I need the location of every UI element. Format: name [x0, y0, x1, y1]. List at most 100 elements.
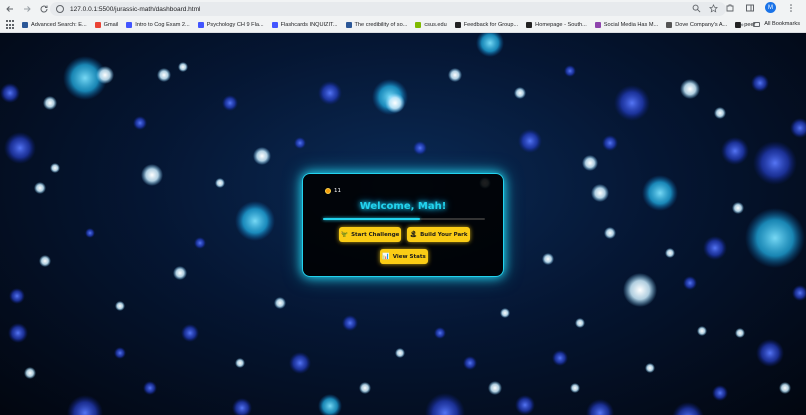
- more-bookmarks-chevron-icon[interactable]: »: [740, 21, 744, 29]
- url-text: 127.0.0.1:5500/jurassic-math/dashboard.h…: [70, 5, 201, 13]
- bokeh-light: [790, 118, 806, 138]
- bookmark-item[interactable]: Homepage - South...: [526, 22, 587, 28]
- welcome-heading: Welcome, Mah!: [359, 201, 447, 212]
- bookmark-item[interactable]: Advanced Search: E...: [22, 22, 87, 28]
- back-arrow-icon: [6, 6, 13, 12]
- start-challenge-label: Start Challenge: [351, 231, 400, 238]
- bookmark-favicon-icon: [197, 22, 204, 28]
- bookmark-favicon-icon: [345, 22, 352, 28]
- bokeh-light: [395, 348, 405, 358]
- bookmark-item[interactable]: Social Media Has M...: [594, 22, 659, 28]
- bokeh-light: [318, 394, 342, 415]
- bokeh-light: [714, 107, 726, 119]
- bookmark-label: Social Media Has M...: [603, 22, 659, 28]
- site-info-icon[interactable]: [56, 5, 64, 13]
- bookmark-item[interactable]: Psychology CH 9 Fla...: [197, 22, 264, 28]
- bokeh-light: [39, 255, 51, 267]
- island-icon: 🏝: [409, 231, 418, 238]
- bookmark-label: Advanced Search: E...: [31, 22, 87, 28]
- bokeh-light: [732, 202, 744, 214]
- bokeh-light: [570, 383, 580, 393]
- bokeh-light: [385, 93, 405, 113]
- bokeh-light: [753, 141, 797, 185]
- all-bookmarks-button[interactable]: All Bookmarks: [753, 21, 800, 27]
- bokeh-light: [235, 358, 245, 368]
- bokeh-light: [514, 87, 526, 99]
- bokeh-light: [515, 395, 535, 415]
- bokeh-light: [645, 363, 655, 373]
- zoom-icon[interactable]: [692, 4, 701, 13]
- forward-arrow-icon: [24, 6, 31, 12]
- bokeh-light: [115, 301, 125, 311]
- bookmark-favicon-icon: [415, 22, 422, 28]
- bokeh-light: [4, 132, 36, 164]
- bookmark-item[interactable]: Dove Company's A...: [666, 22, 727, 28]
- view-stats-button[interactable]: 📊 View Stats: [380, 249, 428, 264]
- reload-button[interactable]: [37, 2, 51, 16]
- bookmark-label: Flashcards INQUIZIT...: [280, 22, 338, 28]
- bokeh-light: [756, 339, 784, 367]
- bookmark-favicon-icon: [454, 22, 461, 28]
- side-panel-icon[interactable]: [745, 3, 755, 13]
- build-park-button[interactable]: 🏝 Build Your Park: [407, 227, 470, 242]
- bookmark-label: Gmail: [103, 22, 119, 28]
- folder-icon: [753, 21, 761, 27]
- bokeh-light: [274, 297, 286, 309]
- bokeh-light: [604, 227, 616, 239]
- bookmark-favicon-icon: [126, 22, 133, 28]
- bookmark-item[interactable]: csus.edu: [415, 22, 447, 28]
- bokeh-light: [85, 228, 95, 238]
- bokeh-light: [542, 253, 554, 265]
- bookmarks-bar: Advanced Search: E... Gmail Intro to Cog E…: [0, 18, 806, 33]
- extensions-icon[interactable]: [725, 3, 735, 13]
- bokeh-light: [582, 155, 598, 171]
- kebab-menu-icon[interactable]: [786, 3, 796, 13]
- bokeh-light: [518, 129, 542, 153]
- bookmark-label: The credibility of so...: [354, 22, 408, 28]
- view-stats-label: View Stats: [392, 253, 426, 260]
- bokeh-light: [680, 79, 700, 99]
- profile-avatar[interactable]: M: [765, 2, 776, 13]
- bokeh-light: [586, 399, 614, 415]
- bokeh-light: [672, 402, 704, 415]
- bookmark-star-icon[interactable]: [709, 4, 718, 13]
- bokeh-light: [552, 350, 568, 366]
- bokeh-light: [721, 137, 749, 165]
- bokeh-light: [318, 81, 342, 105]
- bokeh-light: [703, 236, 727, 260]
- bokeh-light: [434, 327, 446, 339]
- bookmark-label: Psychology CH 9 Fla...: [206, 22, 264, 28]
- start-challenge-button[interactable]: 🦖 Start Challenge: [339, 227, 401, 242]
- bookmark-item[interactable]: The credibility of so...: [345, 22, 408, 28]
- bookmark-favicon-icon: [526, 22, 533, 28]
- address-bar[interactable]: 127.0.0.1:5500/jurassic-math/dashboard.h…: [50, 2, 726, 16]
- dashboard-card: 11 Welcome, Mah! 🦖 Start Challenge 🏝 Bui…: [302, 173, 504, 277]
- bookmark-item[interactable]: Intro to Cog Exam 2...: [126, 22, 190, 28]
- bokeh-light: [141, 164, 163, 186]
- forward-button[interactable]: [20, 2, 34, 16]
- bokeh-light: [232, 398, 252, 415]
- bokeh-light: [712, 385, 728, 401]
- bokeh-light: [114, 347, 126, 359]
- bokeh-light: [253, 147, 271, 165]
- progress-bar-fill: [323, 218, 421, 220]
- all-bookmarks-label: All Bookmarks: [764, 21, 800, 27]
- page-viewport: 11 Welcome, Mah! 🦖 Start Challenge 🏝 Bui…: [0, 33, 806, 415]
- bookmark-item[interactable]: Flashcards INQUIZIT...: [271, 22, 338, 28]
- bokeh-light: [359, 382, 371, 394]
- bookmark-list: Advanced Search: E... Gmail Intro to Cog E…: [22, 22, 763, 28]
- bokeh-light: [143, 381, 157, 395]
- bokeh-light: [779, 382, 791, 394]
- apps-grid-icon[interactable]: [6, 20, 16, 30]
- bookmark-favicon-icon: [594, 22, 601, 28]
- back-button[interactable]: [3, 2, 17, 16]
- browser-toolbar: 127.0.0.1:5500/jurassic-math/dashboard.h…: [0, 0, 806, 18]
- bookmark-favicon-icon: [94, 22, 101, 28]
- chart-icon: 📊: [382, 253, 390, 260]
- bookmark-item[interactable]: Feedback for Group...: [454, 22, 518, 28]
- bokeh-light: [222, 95, 238, 111]
- bokeh-light: [448, 68, 462, 82]
- bokeh-light: [564, 65, 576, 77]
- bookmark-favicon-icon: [22, 22, 28, 28]
- bookmark-item[interactable]: Gmail: [94, 22, 119, 28]
